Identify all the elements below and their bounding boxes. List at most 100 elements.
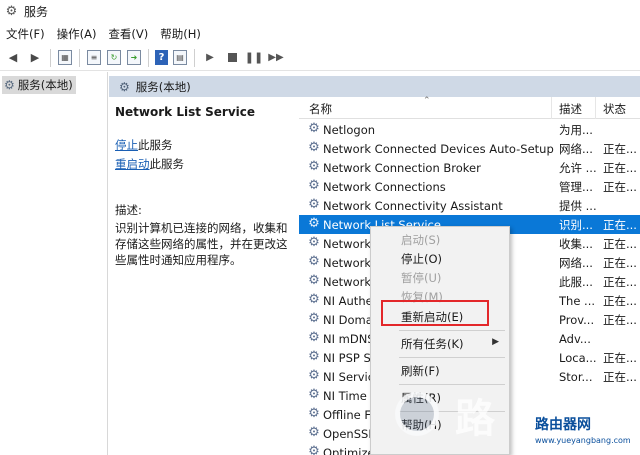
toolbar: ◀ ▶ ▦ ≡ ↻ ➜ ? ▤ ▶ ❚❚ ▶▶ xyxy=(0,45,640,71)
service-gear-icon: ⚙ xyxy=(308,216,320,231)
context-menu: 启动(S) 停止(O) 暂停(U) 恢复(M) 重新启动(E) 所有任务(K) … xyxy=(370,226,510,455)
service-description: Adv... xyxy=(559,331,591,346)
service-name: Netlogon xyxy=(323,122,376,137)
service-gear-icon: ⚙ xyxy=(308,330,320,345)
menu-action[interactable]: 操作(A) xyxy=(55,26,103,42)
service-gear-icon: ⚙ xyxy=(308,368,320,383)
service-gear-icon: ⚙ xyxy=(308,197,320,212)
gear-icon: ⚙ xyxy=(4,78,15,92)
sort-caret-icon: ⌃ xyxy=(423,96,431,106)
title-bar: ⚙ 服务 xyxy=(0,0,640,23)
service-name: Network Connected Devices Auto-Setup xyxy=(323,141,554,156)
tree-item-label: 服务(本地) xyxy=(17,78,73,92)
service-description: 网络... xyxy=(559,141,593,156)
list-header: ⌃ 名称 描述 状态 xyxy=(299,96,640,119)
service-gear-icon: ⚙ xyxy=(308,406,320,421)
service-status: 正在... xyxy=(603,179,637,194)
table-row[interactable]: ⚙ Netlogon 为用... xyxy=(299,120,640,139)
stop-service-icon[interactable] xyxy=(223,49,241,67)
service-description: 允许 ... xyxy=(559,160,597,175)
column-divider[interactable] xyxy=(551,97,552,119)
service-status: 正在... xyxy=(603,350,637,365)
properties-icon[interactable]: ≡ xyxy=(87,50,101,65)
menu-view[interactable]: 查看(V) xyxy=(106,26,154,42)
service-description: 收集... xyxy=(559,236,593,251)
service-status: 正在... xyxy=(603,293,637,308)
column-name[interactable]: 名称 xyxy=(309,101,332,117)
restart-service-link[interactable]: 重启动 xyxy=(115,157,150,171)
service-status: 正在... xyxy=(603,236,637,251)
service-name: Network Connection Broker xyxy=(323,160,481,175)
table-row[interactable]: ⚙ Network Connections 管理... 正在... xyxy=(299,177,640,196)
menu-item-all-tasks[interactable]: 所有任务(K) xyxy=(401,336,464,352)
service-description: The ... xyxy=(559,293,596,308)
service-gear-icon: ⚙ xyxy=(308,178,320,193)
description-text: 识别计算机已连接的网络，收集和存储这些网络的属性，并在更改这些属性时通知应用程序… xyxy=(115,221,288,267)
description-label: 描述: xyxy=(115,203,142,217)
menu-item-refresh[interactable]: 刷新(F) xyxy=(401,363,440,379)
service-status: 正在... xyxy=(603,312,637,327)
toolbar-separator xyxy=(50,48,51,67)
stop-service-line: 停止此服务 xyxy=(115,137,291,153)
column-divider[interactable] xyxy=(595,97,596,119)
export-icon[interactable]: ➜ xyxy=(127,50,141,65)
refresh-icon[interactable]: ↻ xyxy=(107,50,121,65)
service-gear-icon: ⚙ xyxy=(308,273,320,288)
highlight-box xyxy=(381,300,489,326)
menu-file[interactable]: 文件(F) xyxy=(4,26,51,42)
service-gear-icon: ⚙ xyxy=(308,387,320,402)
tree-item-services-local[interactable]: ⚙ 服务(本地) xyxy=(2,76,76,94)
menu-help[interactable]: 帮助(H) xyxy=(158,26,207,42)
service-description: 为用... xyxy=(559,122,593,137)
service-gear-icon: ⚙ xyxy=(308,140,320,155)
back-arrow-icon[interactable]: ◀ xyxy=(4,49,22,67)
service-title: Network List Service xyxy=(115,105,256,119)
service-gear-icon: ⚙ xyxy=(308,235,320,250)
start-service-icon[interactable]: ▶ xyxy=(201,49,219,67)
menu-separator xyxy=(399,357,505,358)
service-name: Network Connections xyxy=(323,179,446,194)
service-status: 正在... xyxy=(603,141,637,156)
service-gear-icon: ⚙ xyxy=(308,292,320,307)
service-gear-icon: ⚙ xyxy=(308,349,320,364)
service-gear-icon: ⚙ xyxy=(308,254,320,269)
menu-separator xyxy=(399,384,505,385)
service-status: 正在... xyxy=(603,255,637,270)
menu-item-start[interactable]: 启动(S) xyxy=(401,232,440,248)
service-description-panel: Network List Service 停止此服务 重启动此服务 描述: 识别… xyxy=(109,97,297,455)
service-description: Stor... xyxy=(559,369,593,384)
service-status: 正在... xyxy=(603,160,637,175)
menu-separator xyxy=(399,411,505,412)
forward-arrow-icon[interactable]: ▶ xyxy=(26,49,44,67)
details-icon[interactable]: ▤ xyxy=(173,50,187,65)
restart-service-icon[interactable]: ▶▶ xyxy=(267,49,285,67)
table-row[interactable]: ⚙ Network Connectivity Assistant 提供 ... xyxy=(299,196,640,215)
pause-service-icon[interactable]: ❚❚ xyxy=(245,49,263,67)
table-row[interactable]: ⚙ Network Connection Broker 允许 ... 正在... xyxy=(299,158,640,177)
service-description: Prov... xyxy=(559,312,595,327)
column-status[interactable]: 状态 xyxy=(603,101,626,117)
window-title: 服务 xyxy=(24,5,49,19)
gear-icon: ⚙ xyxy=(5,4,18,19)
pane-header: ⚙ 服务(本地) xyxy=(109,76,640,97)
toolbar-separator xyxy=(148,48,149,67)
column-description[interactable]: 描述 xyxy=(559,101,582,117)
service-status: 正在... xyxy=(603,274,637,289)
service-description: Loca... xyxy=(559,350,597,365)
service-description: 网络... xyxy=(559,255,593,270)
menu-item-pause[interactable]: 暂停(U) xyxy=(401,270,441,286)
service-gear-icon: ⚙ xyxy=(308,311,320,326)
toolbar-separator xyxy=(79,48,80,67)
menu-item-stop[interactable]: 停止(O) xyxy=(401,251,442,267)
service-gear-icon: ⚙ xyxy=(308,121,320,136)
table-row[interactable]: ⚙ Network Connected Devices Auto-Setup 网络.… xyxy=(299,139,640,158)
show-pane-icon[interactable]: ▦ xyxy=(58,50,72,65)
service-gear-icon: ⚙ xyxy=(308,159,320,174)
menu-item-help[interactable]: 帮助(H) xyxy=(401,417,442,433)
menu-item-properties[interactable]: 属性(R) xyxy=(401,390,441,406)
service-description: 提供 ... xyxy=(559,198,597,213)
stop-service-link[interactable]: 停止 xyxy=(115,138,138,152)
pane-header-label: 服务(本地) xyxy=(135,79,191,94)
help-icon[interactable]: ? xyxy=(155,50,168,65)
menu-bar: 文件(F) 操作(A) 查看(V) 帮助(H) xyxy=(0,23,640,45)
